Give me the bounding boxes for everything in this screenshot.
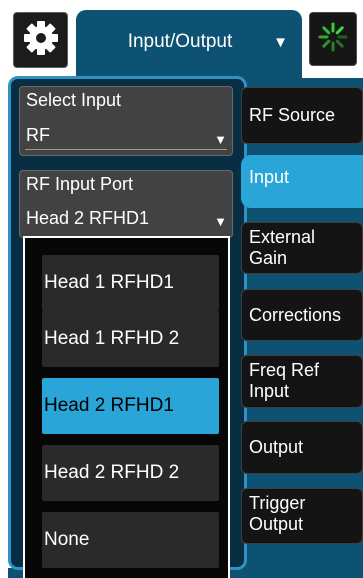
option-head1-rfhd2[interactable]: Head 1 RFHD 2 xyxy=(42,311,219,367)
menu-item-input[interactable]: Input xyxy=(241,155,363,208)
menu-item-label: RF Source xyxy=(249,105,336,125)
menu-item-label-line2: Input xyxy=(249,381,290,401)
menu-item-label-line1: Trigger xyxy=(249,493,306,513)
gear-icon xyxy=(22,19,60,62)
select-input-value: RF xyxy=(26,125,50,145)
option-head2-rfhd1[interactable]: Head 2 RFHD1 xyxy=(42,378,219,434)
menu-item-corrections[interactable]: Corrections xyxy=(241,289,363,341)
menu-item-label: Output xyxy=(249,437,304,457)
tab-title: Input/Output xyxy=(127,31,233,52)
menu-item-label-line2: Output xyxy=(249,514,304,534)
menu-item-rf-source[interactable]: RF Source xyxy=(241,87,363,144)
option-label: Head 1 RFHD 2 xyxy=(44,328,180,349)
rf-input-port-dropdown[interactable]: RF Input Port Head 2 RFHD1 ▼ xyxy=(19,170,233,238)
spinner-tick xyxy=(322,25,331,34)
menu-item-label: Corrections xyxy=(249,304,342,325)
chevron-down-icon: ▼ xyxy=(273,34,288,51)
menu-item-label-line1: External xyxy=(249,227,316,247)
field-underline xyxy=(25,149,227,150)
status-indicator-button[interactable] xyxy=(309,12,357,66)
option-label: None xyxy=(44,529,90,550)
menu-item-output[interactable]: Output xyxy=(241,421,363,474)
option-none[interactable]: None xyxy=(42,512,219,568)
option-label: Head 1 RFHD1 xyxy=(44,272,174,293)
option-label: Head 2 RFHD1 xyxy=(44,395,174,416)
rf-input-port-label: RF Input Port xyxy=(26,174,134,194)
select-input-label: Select Input xyxy=(26,90,122,110)
menu-item-freq-ref-input[interactable]: Freq Ref Input xyxy=(241,355,363,408)
menu-item-external-gain[interactable]: External Gain xyxy=(241,222,363,274)
tab-input-output[interactable]: Input/Output ▼ xyxy=(76,10,302,84)
settings-button[interactable] xyxy=(13,12,68,68)
busy-spinner-icon xyxy=(317,21,349,58)
spinner-tick xyxy=(335,39,344,48)
chevron-down-icon: ▼ xyxy=(214,214,227,229)
rf-input-port-options: Head 1 RFHD1 Head 1 RFHD 2 Head 2 RFHD1 … xyxy=(23,236,230,578)
menu-item-label: Input xyxy=(249,167,290,187)
option-head2-rfhd2[interactable]: Head 2 RFHD 2 xyxy=(42,445,219,501)
chevron-down-icon: ▼ xyxy=(214,132,227,147)
spinner-tick xyxy=(335,25,344,34)
menu-item-label-line1: Freq Ref xyxy=(249,360,320,380)
menu-item-trigger-output[interactable]: Trigger Output xyxy=(241,488,363,544)
option-label: Head 2 RFHD 2 xyxy=(44,462,180,483)
select-input-dropdown[interactable]: Select Input RF ▼ xyxy=(19,86,233,156)
option-head1-rfhd1[interactable]: Head 1 RFHD1 xyxy=(42,255,219,311)
spinner-tick xyxy=(322,39,331,48)
menu-item-label-line2: Gain xyxy=(249,248,288,268)
rf-input-port-value: Head 2 RFHD1 xyxy=(26,208,150,228)
